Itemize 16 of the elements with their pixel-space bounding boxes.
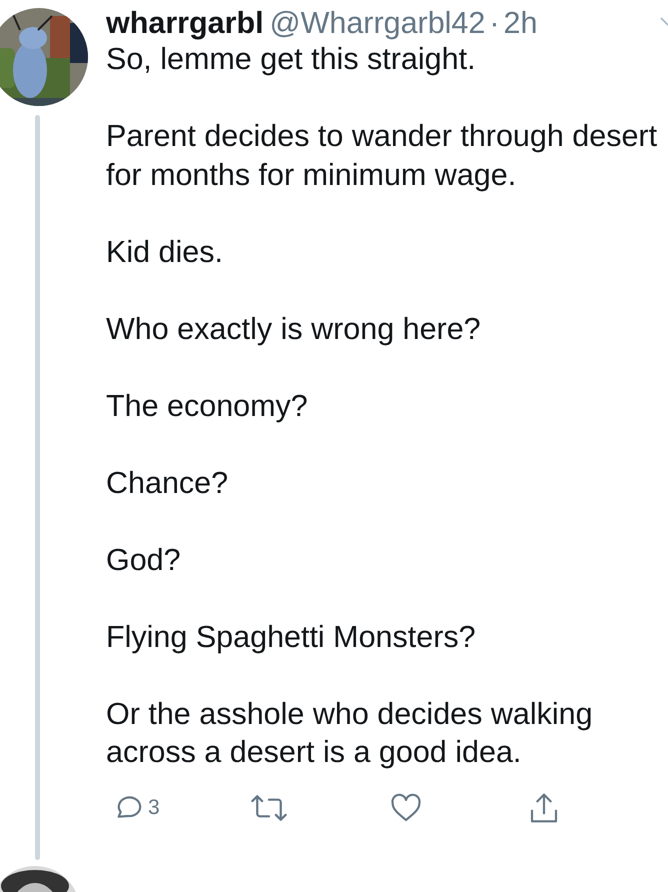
tweet-paragraph: Kid dies.	[106, 234, 224, 270]
tweet-paragraph: Flying Spaghetti Monsters?	[106, 618, 477, 656]
tweet-paragraph: The economy?	[106, 388, 309, 424]
tweet-paragraph: God?	[106, 542, 182, 578]
tweet-paragraph: Who exactly is wrong here?	[106, 310, 482, 348]
tweet-paragraph: Chance?	[106, 464, 230, 502]
tweet-paragraph: So, lemme get this straight.	[106, 41, 477, 78]
user-name[interactable]: wharrgarbl	[106, 6, 264, 40]
tweet-paragraph: Parent decides to wander through desert for months for minimum wage.	[106, 118, 658, 194]
heart-icon[interactable]	[390, 792, 422, 822]
reply-count: 3	[148, 796, 160, 820]
tweet-time: 2h	[504, 6, 538, 40]
share-icon[interactable]	[529, 792, 559, 824]
user-handle: @Wharrgarbl42	[270, 6, 486, 40]
separator-dot: ·	[489, 6, 500, 40]
tweet-paragraph: Or the asshole who decides walking across a desert is a good idea.	[106, 696, 594, 771]
